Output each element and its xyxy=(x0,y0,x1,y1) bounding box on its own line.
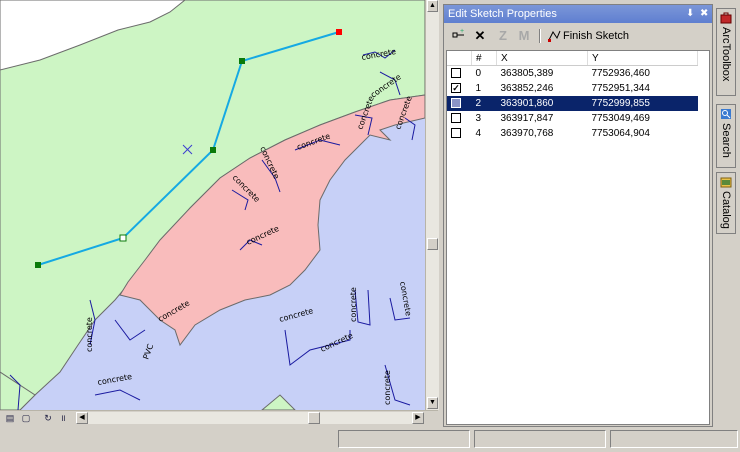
scroll-left-button[interactable]: ◀ xyxy=(76,412,88,424)
side-tab-label: Search xyxy=(720,123,732,158)
vertex-table: # X Y 0 363805,389 7752936,460 ✓ 1 363852,246… xyxy=(446,50,710,425)
table-row[interactable]: 3 363917,847 7753049,469 xyxy=(447,111,698,126)
cell-y: 7752936,460 xyxy=(591,68,650,79)
finish-sketch-icon xyxy=(548,29,561,48)
svg-text:+: + xyxy=(460,28,464,35)
row-checkbox-cell xyxy=(447,66,472,82)
sketch-vertex-selected[interactable] xyxy=(119,234,127,242)
row-checkbox-cell xyxy=(447,96,472,111)
cell-y: 7753049,469 xyxy=(591,113,650,124)
panel-titlebar[interactable]: Edit Sketch Properties ⬇ ✖ xyxy=(444,5,712,23)
column-header: Y xyxy=(587,51,698,66)
sketch-last-vertex[interactable] xyxy=(336,29,342,35)
table-row[interactable]: 2 363901,860 7752999,855 xyxy=(447,96,698,111)
row-checkbox-cell: ✓ xyxy=(447,81,472,96)
map-label: concrete xyxy=(349,287,358,322)
cell-num: 2 xyxy=(471,96,497,111)
column-header: # xyxy=(471,51,497,66)
side-tab-label: ArcToolbox xyxy=(720,27,732,82)
cell-x: 363805,389 xyxy=(500,68,554,79)
layout-view-icon[interactable]: ▢ xyxy=(19,412,33,424)
row-checkbox-cell xyxy=(447,126,472,141)
cell-y: 7753064,904 xyxy=(591,128,650,139)
status-cell xyxy=(474,430,606,448)
m-button[interactable]: M xyxy=(517,27,531,45)
tab-arctoolbox[interactable]: ArcToolbox xyxy=(716,8,736,96)
table-header-row: # X Y xyxy=(447,51,698,66)
pin-icon[interactable]: ⬇ xyxy=(686,5,694,23)
map-label: concrete xyxy=(383,370,392,405)
catalog-icon xyxy=(720,177,732,188)
side-tab-label: Catalog xyxy=(720,191,732,229)
map-bottom-bar: ▤ ▢ ↻ ॥ ◀ ▶ xyxy=(0,410,438,426)
data-view-icon[interactable]: ▤ xyxy=(3,412,17,424)
column-header: X xyxy=(496,51,588,66)
dock-side-tabs: ArcToolbox Search Catalog xyxy=(716,4,738,427)
panel-title: Edit Sketch Properties xyxy=(448,8,557,20)
tab-catalog[interactable]: Catalog xyxy=(716,172,736,234)
sketch-toolbar: + ✕ Z M Finish Sketch xyxy=(444,25,712,47)
cell-num: 4 xyxy=(475,128,482,139)
vertex-table-grid: # X Y 0 363805,389 7752936,460 ✓ 1 363852,246… xyxy=(447,51,698,141)
map-label: concrete xyxy=(85,317,94,352)
map-canvas[interactable]: concrete concrete concrete concrete conc… xyxy=(0,0,425,410)
cell-x: 363917,847 xyxy=(500,113,554,124)
row-checkbox[interactable] xyxy=(451,113,461,124)
insert-vertex-icon[interactable]: + xyxy=(450,27,468,45)
row-checkbox[interactable] xyxy=(451,128,461,139)
sketch-vertex[interactable] xyxy=(210,147,216,153)
scroll-up-button[interactable]: ▲ xyxy=(427,0,438,12)
status-bar xyxy=(0,427,740,452)
cell-x: 363901,860 xyxy=(496,96,588,111)
cell-x: 363970,768 xyxy=(500,128,554,139)
finish-sketch-label: Finish Sketch xyxy=(563,30,630,42)
row-checkbox[interactable] xyxy=(451,98,461,109)
edit-sketch-properties-panel: Edit Sketch Properties ⬇ ✖ + ✕ Z M Finis… xyxy=(443,4,713,427)
cell-x: 363852,246 xyxy=(500,83,554,94)
cell-num: 0 xyxy=(475,68,482,79)
row-checkbox[interactable] xyxy=(451,68,461,79)
cell-num: 3 xyxy=(475,113,482,124)
scroll-right-button[interactable]: ▶ xyxy=(412,412,424,424)
scroll-thumb[interactable] xyxy=(427,238,438,250)
status-cell xyxy=(610,430,738,448)
map-vertical-scrollbar[interactable]: ▲ ▼ xyxy=(425,0,439,410)
scroll-down-button[interactable]: ▼ xyxy=(427,397,438,409)
sketch-vertex[interactable] xyxy=(35,262,41,268)
delete-vertex-icon[interactable]: ✕ xyxy=(472,27,488,45)
row-checkbox-cell xyxy=(447,111,472,126)
refresh-icon[interactable]: ↻ xyxy=(41,412,55,424)
table-row[interactable]: ✓ 1 363852,246 7752951,344 xyxy=(447,81,698,96)
table-row[interactable]: 0 363805,389 7752936,460 xyxy=(447,66,698,82)
table-row[interactable]: 4 363970,768 7753064,904 xyxy=(447,126,698,141)
cell-num: 1 xyxy=(475,83,482,94)
scroll-thumb[interactable] xyxy=(308,412,320,424)
search-icon xyxy=(721,109,731,119)
status-cell xyxy=(338,430,470,448)
row-checkbox[interactable]: ✓ xyxy=(451,83,461,94)
check-column-header xyxy=(447,51,472,66)
sketch-vertex[interactable] xyxy=(239,58,245,64)
pause-icon[interactable]: ॥ xyxy=(56,412,70,424)
cell-y: 7752999,855 xyxy=(587,96,698,111)
toolbar-separator xyxy=(539,29,541,43)
z-button[interactable]: Z xyxy=(496,27,510,45)
close-icon[interactable]: ✖ xyxy=(700,5,708,23)
tab-search[interactable]: Search xyxy=(716,104,736,168)
toolbox-icon xyxy=(720,12,732,24)
finish-sketch-button[interactable]: Finish Sketch xyxy=(548,27,629,45)
map-view[interactable]: concrete concrete concrete concrete conc… xyxy=(0,0,425,410)
map-horizontal-scrollbar[interactable]: ◀ ▶ xyxy=(76,412,424,424)
cell-y: 7752951,344 xyxy=(591,83,650,94)
